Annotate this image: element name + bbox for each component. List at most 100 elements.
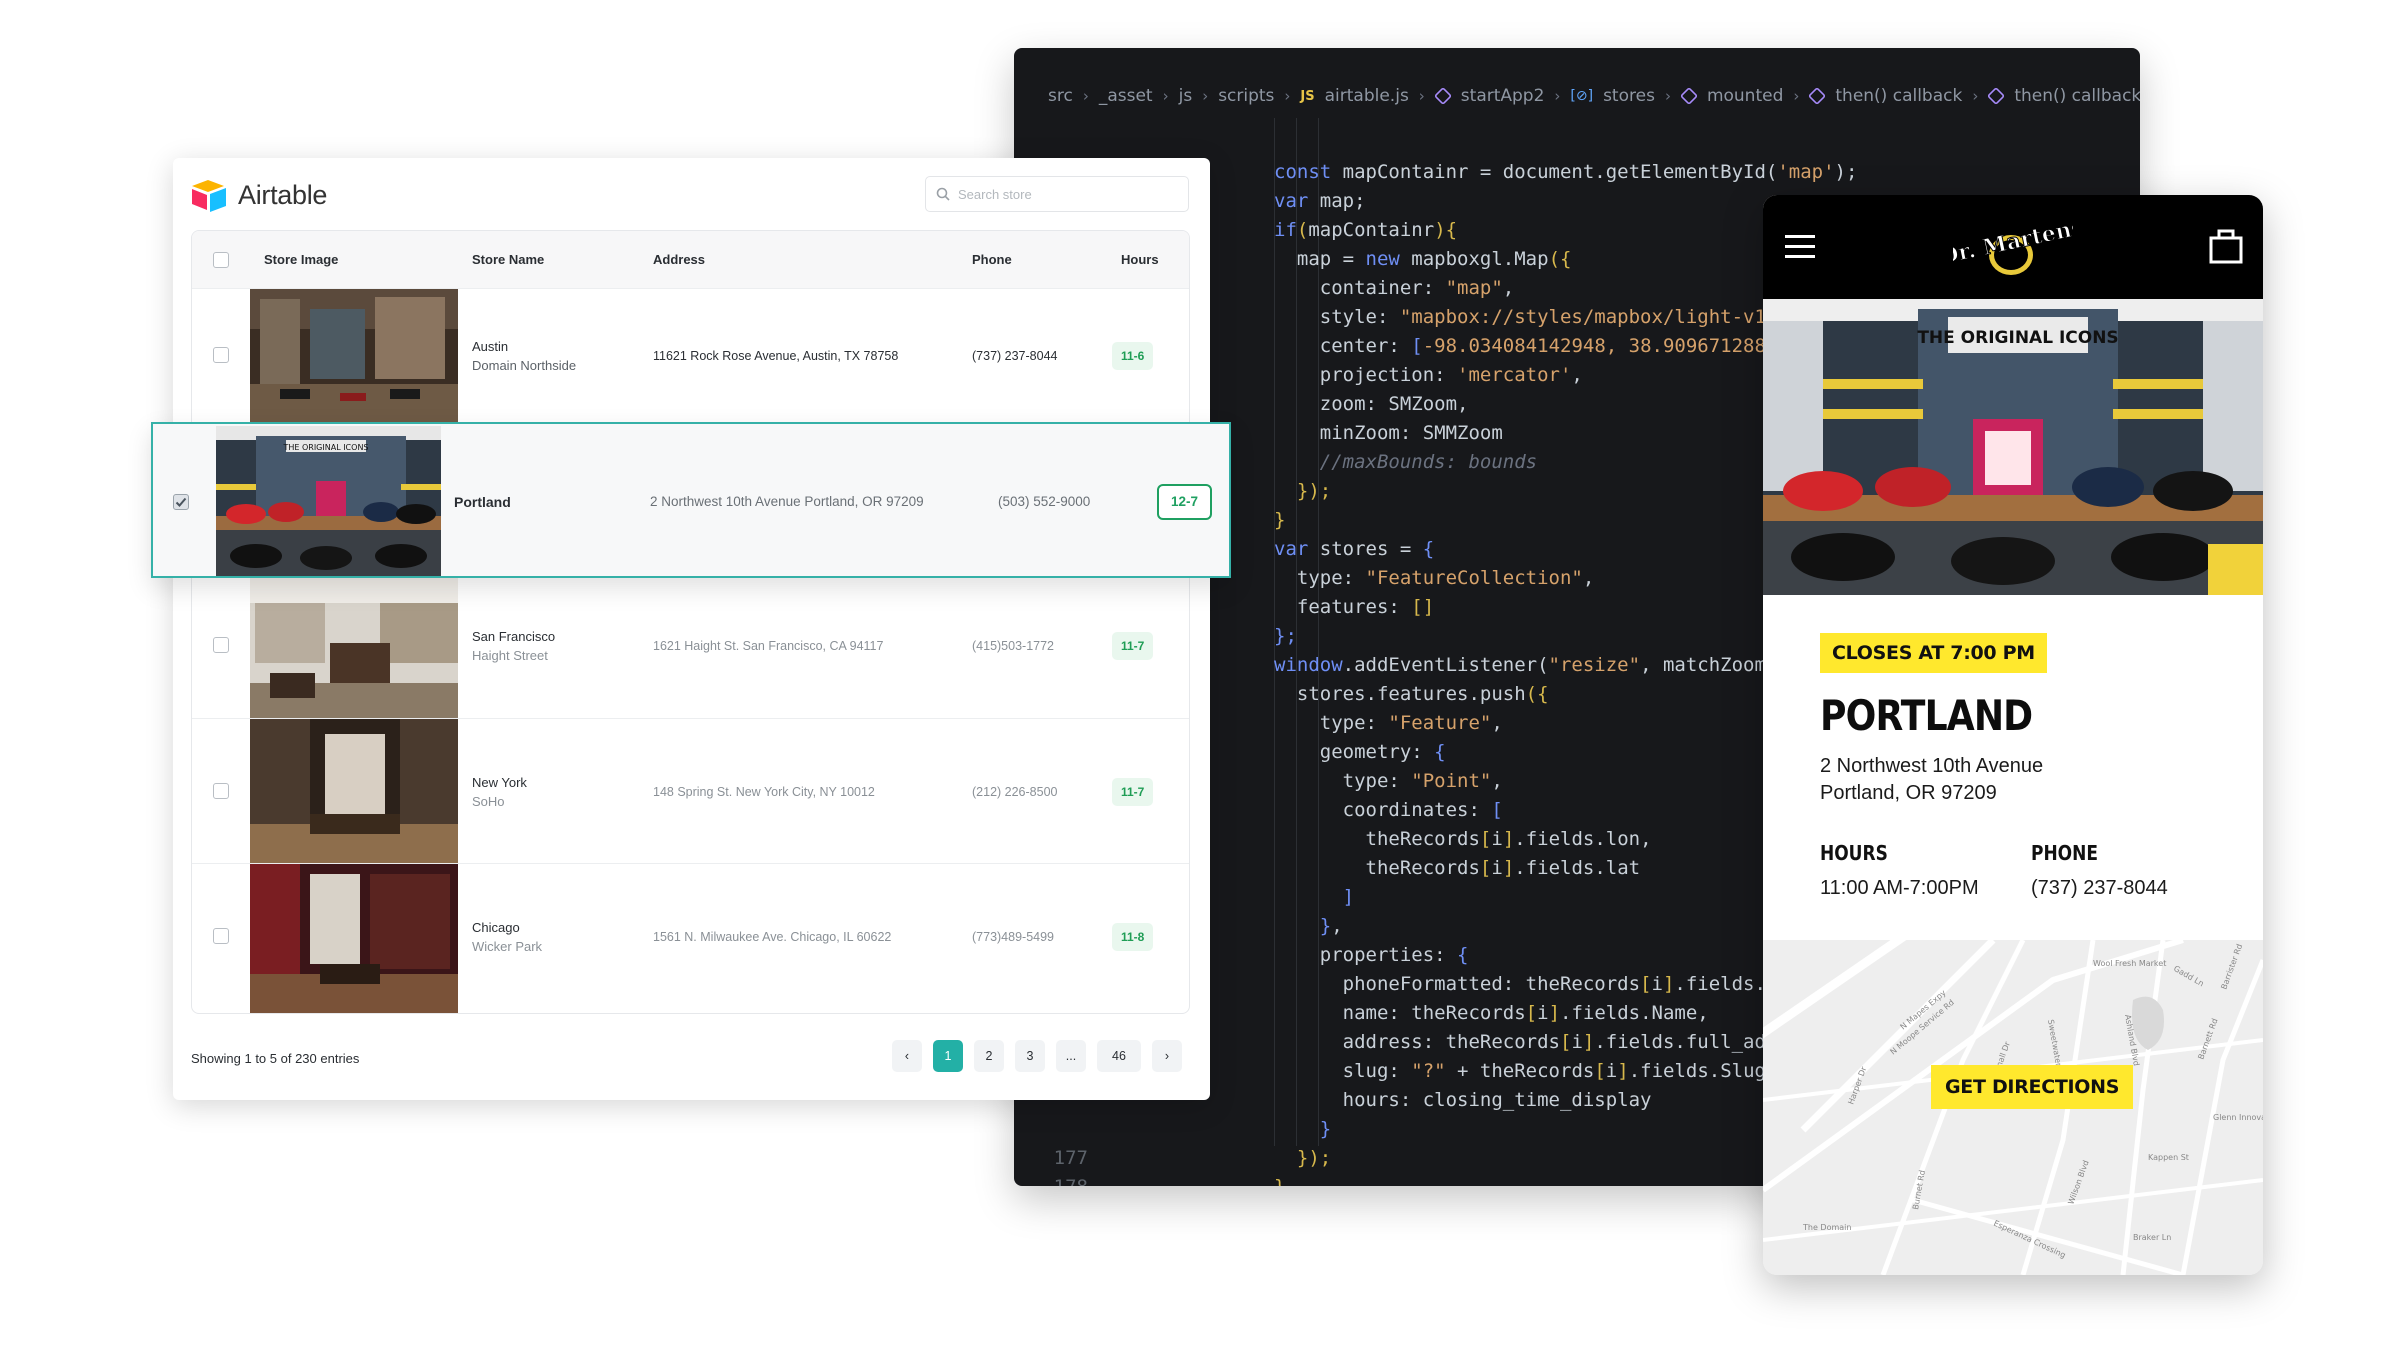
- store-name-secondary: Haight Street: [472, 648, 548, 663]
- phone-value[interactable]: (737) 237-8044: [2031, 877, 2168, 900]
- table-header: Store Image Store Name Address Phone Hou…: [192, 231, 1189, 289]
- store-name: New York SoHo: [472, 773, 527, 811]
- chevron-right-icon: ›: [1664, 87, 1671, 105]
- chevron-right-icon: ›: [1554, 87, 1561, 105]
- store-name-secondary: Domain Northside: [472, 358, 577, 373]
- column-header-store-name[interactable]: Store Name: [472, 231, 544, 289]
- breadcrumb-item-asset[interactable]: _asset: [1099, 86, 1153, 106]
- store-name: Chicago Wicker Park: [472, 918, 542, 956]
- chevron-right-icon: ›: [1972, 87, 1979, 105]
- table-row-selected-portland[interactable]: THE ORIGINAL ICONS Portland 2 Northwest …: [151, 422, 1231, 578]
- hours-badge: 11-8: [1112, 923, 1154, 951]
- store-image: THE ORIGINAL ICONS: [216, 426, 441, 576]
- cube-icon: [1433, 86, 1452, 106]
- chevron-right-icon: ›: [1162, 87, 1169, 105]
- shopping-bag-icon[interactable]: [2209, 228, 2243, 264]
- table-row[interactable]: Chicago Wicker Park 1561 N. Milwaukee Av…: [192, 864, 1189, 1013]
- row-checkbox[interactable]: [213, 637, 229, 653]
- breadcrumb-item-mounted[interactable]: mounted: [1707, 86, 1783, 106]
- store-address: 1561 N. Milwaukee Ave. Chicago, IL 60622: [653, 930, 892, 944]
- store-image: [250, 573, 458, 718]
- breadcrumb-item-js[interactable]: js: [1179, 86, 1193, 106]
- hours-badge: 12-7: [1157, 484, 1213, 520]
- stores-table: Store Image Store Name Address Phone Hou…: [191, 230, 1190, 1014]
- store-name: Austin Domain Northside: [472, 337, 576, 375]
- store-phone: (212) 226-8500: [972, 785, 1058, 799]
- column-header-address[interactable]: Address: [653, 231, 705, 289]
- cube-icon: [1808, 86, 1827, 106]
- hours-badge: 11-7: [1112, 778, 1154, 806]
- store-name-secondary: SoHo: [472, 794, 505, 809]
- store-address: 148 Spring St. New York City, NY 10012: [653, 785, 875, 799]
- cube-icon: [1679, 86, 1698, 106]
- store-phone: (737) 237-8044: [972, 349, 1058, 363]
- store-image: [250, 864, 458, 1013]
- breadcrumb-item-src[interactable]: src: [1048, 86, 1073, 106]
- address-line-2: Portland, OR 97209: [1820, 782, 1997, 804]
- store-address: 2 Northwest 10th Avenue Portland, OR 972…: [650, 494, 924, 509]
- search-input[interactable]: [958, 186, 1178, 202]
- airtable-logo: Airtable: [190, 178, 327, 212]
- breadcrumb-item-scripts[interactable]: scripts: [1218, 86, 1274, 106]
- get-directions-button[interactable]: GET DIRECTIONS: [1931, 1065, 2134, 1109]
- address-line-1: 2 Northwest 10th Avenue: [1820, 755, 2044, 777]
- store-sign-text: THE ORIGINAL ICONS: [282, 443, 368, 452]
- search-icon: [936, 187, 950, 201]
- store-title: PORTLAND: [1820, 691, 2033, 740]
- store-search-box[interactable]: [925, 176, 1189, 212]
- chevron-right-icon: ›: [1793, 87, 1800, 105]
- airtable-panel: Airtable Store Image Store Name Address …: [173, 158, 1210, 1100]
- breadcrumb-item-file[interactable]: airtable.js: [1325, 86, 1409, 106]
- store-address: 2 Northwest 10th Avenue Portland, OR 972…: [1820, 753, 2043, 807]
- map-label: Wool Fresh Market: [2093, 959, 2166, 968]
- closing-time-badge: CLOSES AT 7:00 PM: [1820, 633, 2047, 673]
- table-row[interactable]: New York SoHo 148 Spring St. New York Ci…: [192, 719, 1189, 864]
- pagination-page-1[interactable]: 1: [933, 1040, 963, 1072]
- pagination-page-2[interactable]: 2: [974, 1040, 1004, 1072]
- map-label: The Domain: [1802, 1223, 1851, 1232]
- column-header-hours[interactable]: Hours: [1121, 231, 1159, 289]
- entries-count: Showing 1 to 5 of 230 entries: [191, 1051, 360, 1066]
- table-row[interactable]: Austin Domain Northside 11621 Rock Rose …: [192, 289, 1189, 423]
- store-hero-image: THE ORIGINAL ICONS: [1763, 299, 2263, 595]
- pagination: ‹ 1 2 3 ... 46 ›: [892, 1040, 1182, 1072]
- hamburger-menu-icon[interactable]: [1785, 235, 1815, 259]
- breadcrumb-item-callback-2[interactable]: then() callback: [2014, 86, 2140, 106]
- table-row[interactable]: San Francisco Haight Street 1621 Haight …: [192, 573, 1189, 719]
- pagination-page-3[interactable]: 3: [1015, 1040, 1045, 1072]
- checkmark-icon: [175, 497, 187, 507]
- pagination-ellipsis: ...: [1056, 1040, 1086, 1072]
- hours-badge: 11-6: [1112, 342, 1154, 370]
- pagination-next-button[interactable]: ›: [1152, 1040, 1182, 1072]
- row-checkbox[interactable]: [213, 928, 229, 944]
- store-map[interactable]: Wool Fresh Market Gadd Ln N Mapes Expy N…: [1763, 940, 2263, 1275]
- editor-breadcrumb: src › _asset › js › scripts › JS airtable.js ›…: [1048, 82, 2140, 110]
- js-file-icon: JS: [1300, 88, 1315, 104]
- variable-icon: [⊘]: [1570, 88, 1594, 104]
- breadcrumb-item-startapp[interactable]: startApp2: [1461, 86, 1545, 106]
- breadcrumb-item-stores[interactable]: stores: [1603, 86, 1655, 106]
- airtable-brand-name: Airtable: [238, 179, 328, 210]
- store-phone: (503) 552-9000: [998, 494, 1091, 509]
- mobile-header: Dr. Martens: [1763, 195, 2263, 299]
- pagination-page-46[interactable]: 46: [1097, 1040, 1141, 1072]
- code-line: 178}: [1014, 1173, 1286, 1186]
- chevron-right-icon: ›: [1082, 87, 1089, 105]
- dr-martens-logo: Dr. Martens: [1953, 215, 2073, 275]
- row-checkbox-checked[interactable]: [173, 494, 189, 510]
- row-checkbox[interactable]: [213, 783, 229, 799]
- chevron-right-icon: ›: [1418, 87, 1425, 105]
- pagination-prev-button[interactable]: ‹: [892, 1040, 922, 1072]
- breadcrumb-item-callback-1[interactable]: then() callback: [1835, 86, 1962, 106]
- airtable-logo-icon: [192, 180, 226, 212]
- column-header-store-image[interactable]: Store Image: [264, 231, 338, 289]
- select-all-checkbox[interactable]: [213, 252, 229, 268]
- store-name: Portland: [454, 494, 511, 510]
- store-phone: (415)503-1772: [972, 639, 1055, 653]
- row-checkbox[interactable]: [213, 347, 229, 363]
- column-header-phone[interactable]: Phone: [972, 231, 1012, 289]
- chevron-right-icon: ›: [1202, 87, 1209, 105]
- map-label: Braker Ln: [2133, 1233, 2171, 1242]
- chevron-right-icon: ›: [1284, 87, 1291, 105]
- hours-badge: 11-7: [1112, 632, 1154, 660]
